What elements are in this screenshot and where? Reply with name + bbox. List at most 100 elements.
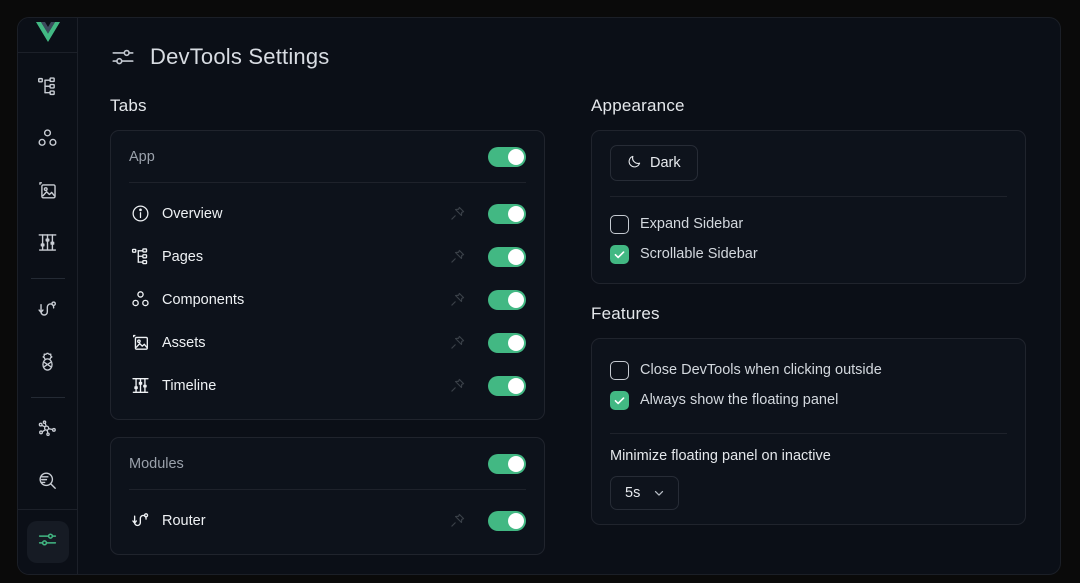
appearance-checkboxes: Expand Sidebar Scrollable Sidebar: [610, 197, 1007, 283]
features-section-title: Features: [591, 304, 1026, 324]
assets-image-icon: [37, 180, 58, 206]
tab-group-modules: Modules Router: [110, 437, 545, 555]
features-card: Close DevTools when clicking outside Alw…: [591, 338, 1026, 525]
sidebar-item-pinia[interactable]: [27, 343, 69, 385]
checkbox-label: Always show the floating panel: [640, 392, 838, 408]
sidebar: [18, 18, 78, 574]
pin-icon[interactable]: [449, 334, 466, 351]
pin-icon[interactable]: [449, 377, 466, 394]
sidebar-divider: [31, 397, 65, 398]
checkbox-label: Close DevTools when clicking outside: [640, 362, 882, 378]
tab-group-body: Overview: [129, 183, 526, 419]
tab-label: Timeline: [162, 378, 449, 394]
router-path-icon: [129, 510, 151, 532]
components-icon: [37, 128, 58, 154]
features-checkboxes: Close DevTools when clicking outside Alw…: [610, 339, 1007, 431]
checkbox-label: Scrollable Sidebar: [640, 246, 758, 262]
assets-image-icon: [129, 332, 151, 354]
checkbox-box: [610, 215, 629, 234]
tab-group-toggle[interactable]: [488, 454, 526, 474]
tab-label: Overview: [162, 206, 449, 222]
table-row[interactable]: Overview: [129, 192, 526, 235]
checkbox-label: Expand Sidebar: [640, 216, 743, 232]
timeline-sliders-icon: [37, 232, 58, 258]
graph-nodes-icon: [37, 418, 58, 444]
sidebar-item-router[interactable]: [27, 291, 69, 333]
sidebar-nav: [18, 53, 77, 509]
moon-icon: [627, 154, 642, 173]
checkbox-box: [610, 245, 629, 264]
devtools-window: DevTools Settings Tabs App: [17, 17, 1061, 575]
sidebar-item-pages[interactable]: [27, 68, 69, 110]
appearance-features-column: Appearance Dark: [591, 96, 1026, 542]
chevron-down-icon: [652, 486, 666, 500]
checkbox-expand-sidebar[interactable]: Expand Sidebar: [610, 209, 1007, 239]
tab-group-header: App: [129, 131, 526, 183]
page-title: DevTools Settings: [150, 44, 330, 70]
pages-tree-icon: [129, 246, 151, 268]
tab-toggle[interactable]: [488, 247, 526, 267]
tab-toggle[interactable]: [488, 376, 526, 396]
pin-icon[interactable]: [449, 248, 466, 265]
minimize-delay-select[interactable]: 5s: [610, 476, 679, 510]
vue-logo: [34, 20, 62, 50]
sidebar-item-settings[interactable]: [27, 521, 69, 563]
checkbox-close-devtools-outside[interactable]: Close DevTools when clicking outside: [610, 355, 1007, 385]
tab-label: Router: [162, 513, 449, 529]
tab-group-app: App Overview: [110, 130, 545, 420]
settings-sliders-icon: [110, 44, 136, 70]
pin-icon[interactable]: [449, 512, 466, 529]
vue-logo-cell[interactable]: [18, 18, 77, 53]
tab-group-label: App: [129, 149, 155, 165]
table-row[interactable]: Assets: [129, 321, 526, 364]
pin-icon[interactable]: [449, 291, 466, 308]
checkbox-box: [610, 391, 629, 410]
checkbox-box: [610, 361, 629, 380]
inspect-search-icon: [37, 470, 58, 496]
appearance-card: Dark Expand Sidebar: [591, 130, 1026, 284]
tab-toggle[interactable]: [488, 204, 526, 224]
main-content: DevTools Settings Tabs App: [78, 18, 1060, 574]
table-row[interactable]: Pages: [129, 235, 526, 278]
tab-label: Assets: [162, 335, 449, 351]
tab-group-toggle[interactable]: [488, 147, 526, 167]
sidebar-item-graph[interactable]: [27, 410, 69, 452]
timeline-sliders-icon: [129, 375, 151, 397]
tab-toggle[interactable]: [488, 333, 526, 353]
pages-tree-icon: [37, 76, 58, 102]
sidebar-item-timeline[interactable]: [27, 224, 69, 266]
theme-label: Dark: [650, 155, 681, 171]
checkbox-always-show-floating-panel[interactable]: Always show the floating panel: [610, 385, 1007, 415]
tabs-column: Tabs App Ove: [110, 96, 545, 572]
pinia-pineapple-icon: [37, 351, 58, 377]
minimize-label: Minimize floating panel on inactive: [610, 448, 1007, 464]
table-row[interactable]: Timeline: [129, 364, 526, 407]
settings-sliders-icon: [37, 529, 58, 555]
tab-toggle[interactable]: [488, 511, 526, 531]
pin-icon[interactable]: [449, 205, 466, 222]
minimize-delay-value: 5s: [625, 485, 640, 501]
tab-label: Pages: [162, 249, 449, 265]
appearance-section-title: Appearance: [591, 96, 1026, 116]
tab-group-label: Modules: [129, 456, 184, 472]
page-header: DevTools Settings: [110, 44, 1024, 70]
table-row[interactable]: Router: [129, 499, 526, 542]
sidebar-item-assets[interactable]: [27, 172, 69, 214]
sidebar-item-inspect[interactable]: [27, 462, 69, 504]
tabs-section-title: Tabs: [110, 96, 545, 116]
theme-row: Dark: [610, 131, 1007, 197]
sidebar-item-components[interactable]: [27, 120, 69, 162]
checkbox-scrollable-sidebar[interactable]: Scrollable Sidebar: [610, 239, 1007, 269]
sidebar-bottom: [18, 509, 77, 574]
minimize-setting: Minimize floating panel on inactive 5s: [610, 433, 1007, 524]
router-path-icon: [37, 299, 58, 325]
tab-group-header: Modules: [129, 438, 526, 490]
table-row[interactable]: Components: [129, 278, 526, 321]
theme-toggle-button[interactable]: Dark: [610, 145, 698, 181]
sidebar-divider: [31, 278, 65, 279]
components-icon: [129, 289, 151, 311]
tab-toggle[interactable]: [488, 290, 526, 310]
settings-columns: Tabs App Ove: [110, 96, 1024, 572]
tab-group-body: Router: [129, 490, 526, 554]
info-circle-icon: [129, 203, 151, 225]
